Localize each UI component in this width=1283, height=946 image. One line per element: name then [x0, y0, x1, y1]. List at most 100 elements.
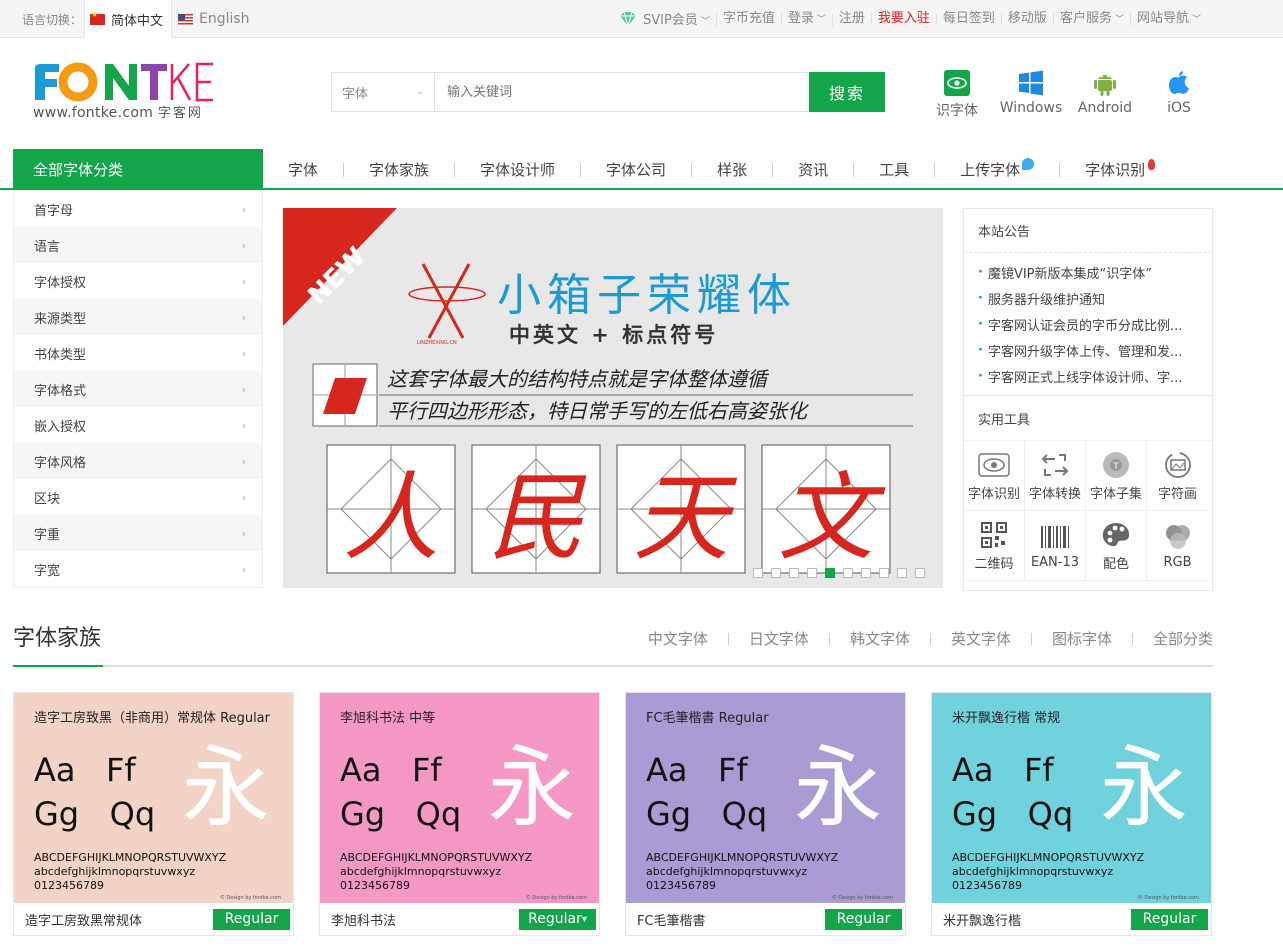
family-category-link[interactable]: 英文字体 — [931, 628, 1032, 649]
weight-badge[interactable]: Regular — [825, 908, 902, 930]
preview-lowercase: abcdefghijklmnopqrstuvwxyz — [340, 865, 502, 878]
sidebar-item[interactable]: 书体类型 › — [14, 335, 262, 371]
font-name[interactable]: FC毛筆楷書 — [637, 910, 706, 929]
banner-char-box: 天 — [616, 444, 746, 574]
sidebar-item[interactable]: 来源类型 › — [14, 299, 262, 335]
preview-title: 李旭科书法 中等 — [340, 711, 436, 726]
announcement-item[interactable]: 魔镜VIP新版本集成“识字体” — [978, 259, 1212, 285]
sidebar-item[interactable]: 字体风格 › — [14, 443, 262, 479]
search-button[interactable]: 搜索 — [809, 72, 885, 112]
slide-dot[interactable] — [825, 568, 835, 578]
font-card[interactable]: FC毛筆楷書 Regular Aa Ff Gg Qq 永 ABCDEFGHIJKLMNO… — [625, 692, 906, 936]
top-link[interactable]: 客户服务 ﹀ — [1054, 12, 1131, 26]
weight-badge[interactable]: Regular — [213, 908, 290, 930]
diamond-icon — [619, 11, 636, 27]
sidebar-item-label: 来源类型 — [34, 311, 87, 327]
font-preview-image[interactable]: FC毛筆楷書 Regular Aa Ff Gg Qq 永 ABCDEFGHIJKLMNO… — [626, 693, 905, 903]
slide-dot[interactable] — [771, 568, 781, 578]
app-ios[interactable]: iOS — [1142, 68, 1216, 120]
tool-item[interactable]: RGB — [1147, 511, 1208, 581]
font-preview-image[interactable]: 造字工房致黑（非商用）常规体 Regular Aa Ff Gg Qq 永 ABCDEFG… — [14, 693, 293, 903]
family-category-label: 英文字体 — [950, 630, 1011, 648]
tool-item[interactable]: 二维码 — [964, 511, 1025, 581]
sidebar-item[interactable]: 语言 › — [14, 227, 262, 263]
sidebar-item[interactable]: 字重 › — [14, 515, 262, 551]
weight-badge[interactable]: Regular ▾ — [519, 908, 596, 930]
sidebar-item[interactable]: 首字母 › — [14, 191, 262, 227]
top-link[interactable]: 移动版 — [1002, 12, 1054, 25]
tool-item[interactable]: 配色 — [1086, 511, 1147, 581]
subset-icon: T — [1102, 449, 1130, 481]
top-link[interactable]: 我要入驻 — [872, 12, 937, 25]
announcement-item[interactable]: 字客网正式上线字体设计师、字... — [978, 363, 1212, 389]
top-link[interactable]: 登录 ﹀ — [782, 12, 833, 26]
tool-item[interactable]: 字体识别 — [964, 441, 1025, 511]
search-input[interactable] — [435, 73, 809, 111]
nav-item[interactable]: 样张 — [692, 159, 773, 180]
font-card[interactable]: 李旭科书法 中等 Aa Ff Gg Qq 永 ABCDEFGHIJKLMNOPQRSTU… — [319, 692, 600, 936]
slide-dot[interactable] — [753, 568, 763, 578]
font-name[interactable]: 米开飘逸行楷 — [943, 910, 1021, 929]
search-type-select[interactable]: 字体 ⌄ — [332, 73, 435, 111]
family-category-link[interactable]: 图标字体 — [1032, 628, 1133, 649]
sidebar-item[interactable]: 区块 › — [14, 479, 262, 515]
top-link[interactable]: 字币充值 — [717, 12, 782, 25]
nav-item[interactable]: 字体设计师 — [455, 159, 581, 180]
section-categories: 中文字体 日文字体 韩文字体 英文字体 图标字体 全部分类 — [628, 628, 1213, 649]
sidebar-item[interactable]: 字体格式 › — [14, 371, 262, 407]
nav-item[interactable]: 字体 — [263, 159, 344, 180]
font-name[interactable]: 李旭科书法 — [331, 910, 396, 929]
font-card[interactable]: 造字工房致黑（非商用）常规体 Regular Aa Ff Gg Qq 永 ABCDEFG… — [13, 692, 294, 936]
family-category-link[interactable]: 全部分类 — [1133, 628, 1213, 649]
tool-item[interactable]: 字符画 — [1147, 441, 1208, 511]
slide-dot[interactable] — [915, 568, 925, 578]
all-categories-button[interactable]: 全部字体分类 — [13, 149, 263, 190]
tool-item[interactable]: EAN-13 — [1025, 511, 1086, 581]
tool-item[interactable]: T 字体子集 — [1086, 441, 1147, 511]
nav-item[interactable]: 工具 — [854, 159, 935, 180]
top-link[interactable]: 注册 — [833, 12, 872, 25]
font-card[interactable]: 米开飘逸行楷 常规 Aa Ff Gg Qq 永 ABCDEFGHIJKLMNOPQRST… — [931, 692, 1212, 936]
nav-item-label: 字体公司 — [606, 161, 667, 179]
app-android[interactable]: Android — [1068, 68, 1142, 120]
nav-item[interactable]: 上传字体 — [935, 157, 1060, 180]
fontke-logo[interactable] — [33, 62, 218, 102]
nav-item[interactable]: 字体家族 — [344, 159, 455, 180]
banner-char: 天 — [633, 462, 738, 574]
app-font-recognition[interactable]: 识字体 — [920, 68, 994, 120]
family-category-link[interactable]: 日文字体 — [729, 628, 830, 649]
slide-dot[interactable] — [789, 568, 799, 578]
font-preview-image[interactable]: 米开飘逸行楷 常规 Aa Ff Gg Qq 永 ABCDEFGHIJKLMNOPQRST… — [932, 693, 1211, 903]
tool-item[interactable]: 字体转换 — [1025, 441, 1086, 511]
font-name[interactable]: 造字工房致黑常规体 — [25, 910, 142, 929]
top-link[interactable]: SVIP会员 ﹀ — [613, 10, 717, 28]
preview-title: 造字工房致黑（非商用）常规体 Regular — [34, 711, 270, 726]
sidebar-item[interactable]: 字体授权 › — [14, 263, 262, 299]
nav-item[interactable]: 字体公司 — [581, 159, 692, 180]
promo-banner[interactable]: NEW LINZHEXING.CN 小箱子荣耀体 中英文 + 标点符号 这套字体… — [283, 208, 943, 588]
announcement-item[interactable]: 服务器升级维护通知 — [978, 285, 1212, 311]
palette-icon — [1101, 519, 1131, 551]
weight-badge[interactable]: Regular — [1131, 908, 1208, 930]
announcement-item[interactable]: 字客网升级字体上传、管理和发... — [978, 337, 1212, 363]
font-preview-image[interactable]: 李旭科书法 中等 Aa Ff Gg Qq 永 ABCDEFGHIJKLMNOPQRSTU… — [320, 693, 599, 903]
slide-dot[interactable] — [807, 568, 817, 578]
slide-dot[interactable] — [843, 568, 853, 578]
announcement-item[interactable]: 字客网认证会员的字币分成比例... — [978, 311, 1212, 337]
nav-item[interactable]: 资讯 — [773, 159, 854, 180]
app-windows[interactable]: Windows — [994, 68, 1068, 120]
sidebar-item[interactable]: 嵌入授权 › — [14, 407, 262, 443]
family-category-link[interactable]: 韩文字体 — [830, 628, 931, 649]
slide-dot[interactable] — [861, 568, 871, 578]
slide-dot[interactable] — [879, 568, 889, 578]
language-option-chinese[interactable]: 简体中文 — [84, 0, 172, 38]
language-option-english[interactable]: English — [178, 0, 250, 38]
slide-dot[interactable] — [897, 568, 907, 578]
top-link[interactable]: 网站导航 ﹀ — [1131, 12, 1207, 26]
family-category-link[interactable]: 中文字体 — [628, 628, 729, 649]
weight-badge-label: Regular — [1142, 911, 1197, 927]
card-footer: 李旭科书法 Regular ▾ — [320, 903, 599, 935]
sidebar-item[interactable]: 字宽 › — [14, 551, 262, 587]
nav-item[interactable]: 字体识别 — [1060, 159, 1156, 180]
top-link[interactable]: 每日签到 — [937, 12, 1002, 25]
